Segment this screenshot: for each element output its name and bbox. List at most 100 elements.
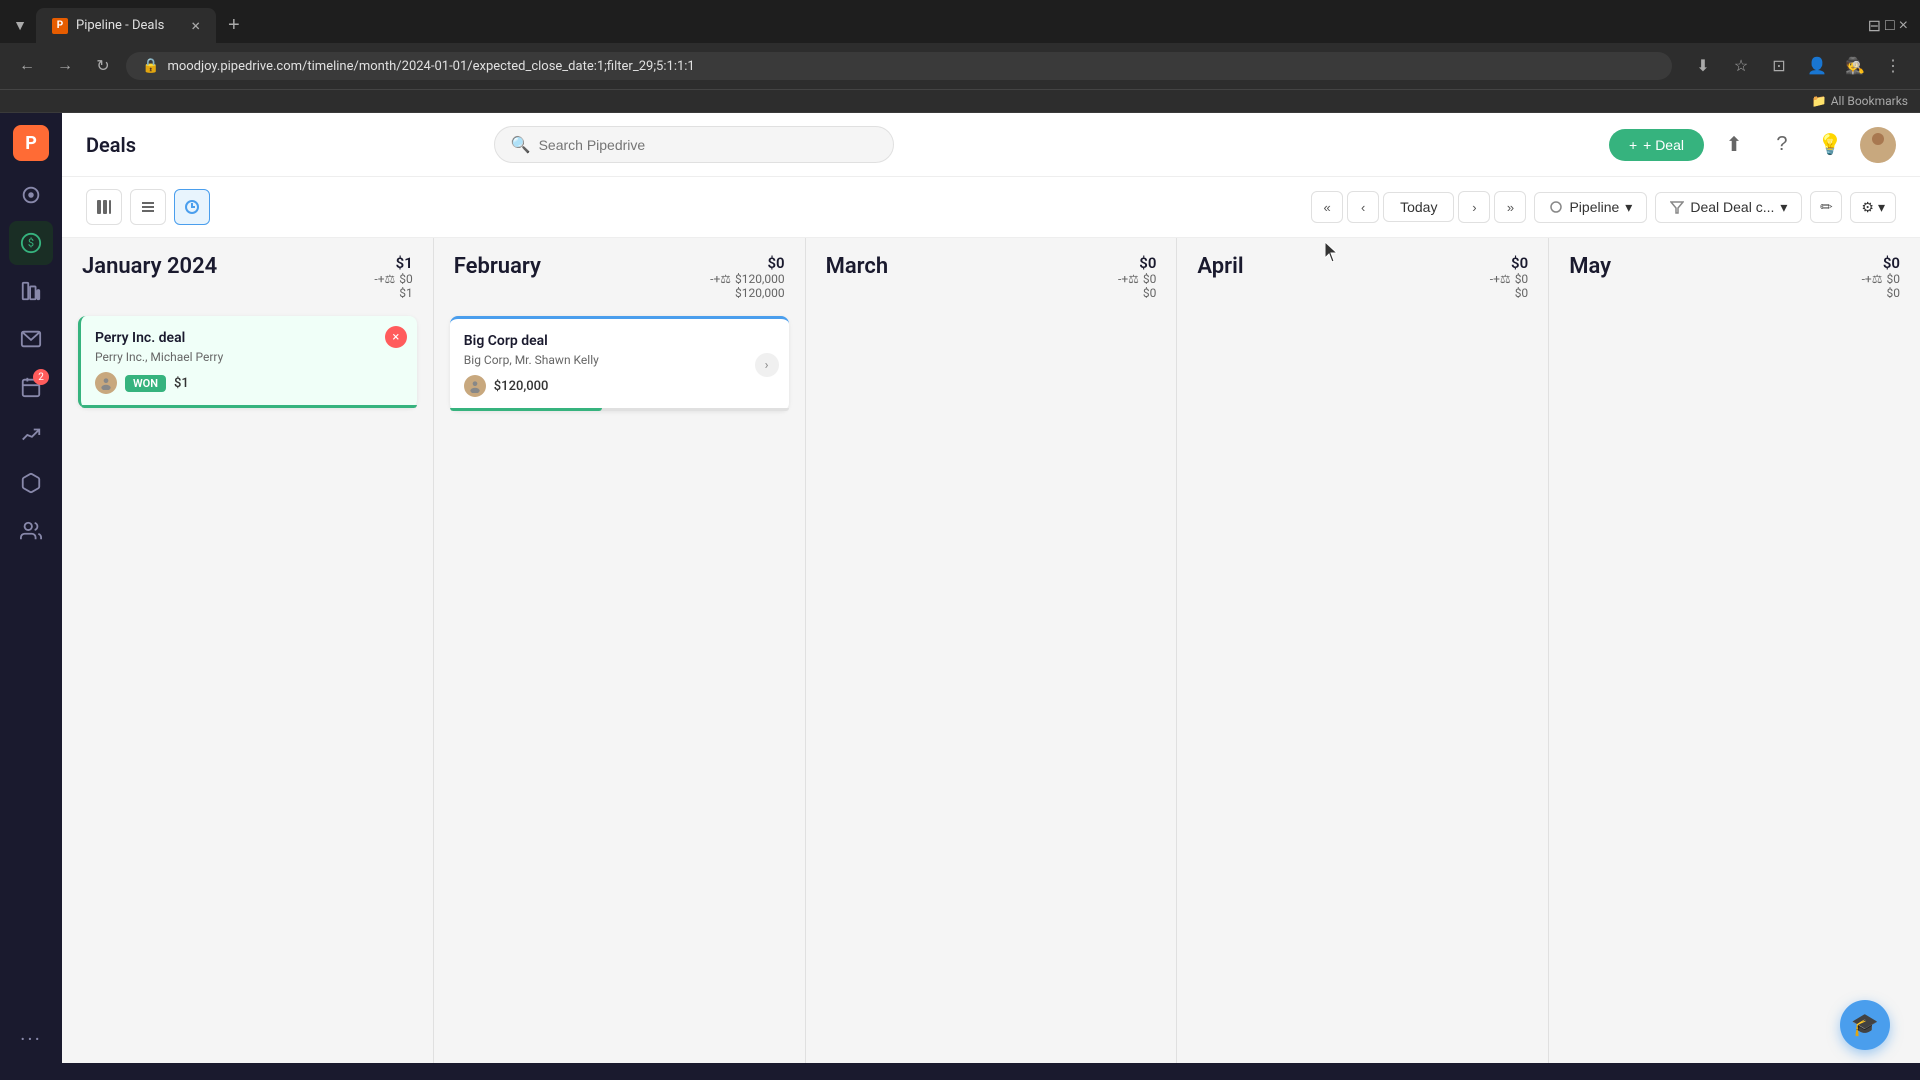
- march-stat: $0: [1118, 286, 1156, 300]
- download-icon[interactable]: ⬇: [1688, 51, 1718, 81]
- may-cards: [1549, 308, 1920, 324]
- won-badge-perry: WON: [125, 375, 166, 392]
- deal-filter-button[interactable]: Deal Deal c... ▾: [1655, 192, 1802, 223]
- timeline-grid: January 2024 $1 -+⚖$0 $1 ×: [62, 238, 1920, 1063]
- screenshot-icon[interactable]: ⊡: [1764, 51, 1794, 81]
- sidebar: P $ 2 ···: [0, 113, 62, 1063]
- help-fab-button[interactable]: 🎓: [1840, 1000, 1890, 1050]
- nav-first-button[interactable]: «: [1311, 191, 1343, 223]
- deal-subtitle-perry: Perry Inc., Michael Perry: [95, 350, 403, 364]
- deal-cancel-perry[interactable]: ×: [385, 326, 407, 348]
- tab-title: Pipeline - Deals: [76, 18, 164, 33]
- lightbulb-button[interactable]: 💡: [1812, 127, 1848, 163]
- deal-card-bigcorp[interactable]: › Big Corp deal Big Corp, Mr. Shawn Kell…: [450, 316, 789, 411]
- january-cards: × Perry Inc. deal Perry Inc., Michael Pe…: [62, 308, 433, 416]
- april-stat: $0: [1490, 286, 1528, 300]
- deal-value-perry: $1: [174, 376, 189, 391]
- url-text: moodjoy.pipedrive.com/timeline/month/202…: [167, 59, 694, 74]
- search-input[interactable]: [539, 137, 877, 153]
- tab-close-button[interactable]: ×: [191, 16, 200, 35]
- tab-nav-left[interactable]: ⊟: [1868, 16, 1881, 36]
- menu-icon[interactable]: ⋮: [1878, 51, 1908, 81]
- deal-action-bigcorp[interactable]: ›: [755, 353, 779, 377]
- new-tab-button[interactable]: +: [220, 10, 248, 41]
- active-tab[interactable]: P Pipeline - Deals ×: [36, 8, 216, 43]
- add-deal-label: + Deal: [1643, 137, 1684, 153]
- search-container: 🔍: [494, 126, 894, 163]
- deal-subtitle-bigcorp: Big Corp, Mr. Shawn Kelly: [464, 353, 775, 367]
- timeline-container: January 2024 $1 -+⚖$0 $1 ×: [62, 238, 1920, 1063]
- settings-chevron-icon: ▾: [1878, 199, 1885, 216]
- profile-icon[interactable]: 👤: [1802, 51, 1832, 81]
- february-balance-row: -+⚖$120,000: [710, 272, 784, 286]
- nav-last-button[interactable]: »: [1494, 191, 1526, 223]
- month-name-may: May: [1569, 254, 1611, 279]
- april-cards: [1177, 308, 1548, 324]
- list-view-button[interactable]: [130, 189, 166, 225]
- sidebar-item-activity[interactable]: [9, 173, 53, 217]
- address-bar[interactable]: 🔒 moodjoy.pipedrive.com/timeline/month/2…: [126, 52, 1672, 80]
- reload-button[interactable]: ↻: [88, 51, 118, 81]
- may-stat: $0: [1862, 286, 1900, 300]
- tab-dropdown-arrow[interactable]: ▼: [8, 14, 32, 38]
- deal-title-perry: Perry Inc. deal: [95, 330, 403, 346]
- deal-footer-bigcorp: $120,000: [464, 375, 775, 397]
- forward-button[interactable]: →: [50, 51, 80, 81]
- january-amount: $1: [374, 254, 412, 272]
- timeline-nav: « ‹ Today › »: [1311, 191, 1526, 223]
- sidebar-item-pipeline[interactable]: [9, 269, 53, 313]
- january-balance-row: -+⚖$0: [374, 272, 412, 286]
- deal-footer-perry: WON $1: [95, 372, 403, 394]
- toolbar: « ‹ Today › » Pipeline ▾ Deal Deal c... …: [62, 177, 1920, 238]
- pipeline-chevron-icon: ▾: [1625, 199, 1632, 216]
- march-amount: $0: [1118, 254, 1156, 272]
- bookmark-star-icon[interactable]: ☆: [1726, 51, 1756, 81]
- march-cards: [806, 308, 1177, 324]
- svg-text:$: $: [28, 237, 34, 250]
- page-title: Deals: [86, 133, 136, 157]
- february-cards: › Big Corp deal Big Corp, Mr. Shawn Kell…: [434, 308, 805, 419]
- deal-avatar-bigcorp: [464, 375, 486, 397]
- sidebar-item-deals[interactable]: $: [9, 221, 53, 265]
- deal-progress-bar-bigcorp: [450, 408, 602, 411]
- kanban-view-button[interactable]: [86, 189, 122, 225]
- add-deal-button[interactable]: + + Deal: [1609, 129, 1704, 161]
- settings-button[interactable]: ⚙ ▾: [1850, 192, 1896, 223]
- deal-value-bigcorp: $120,000: [494, 379, 549, 394]
- deal-card-perry[interactable]: × Perry Inc. deal Perry Inc., Michael Pe…: [78, 316, 417, 408]
- sidebar-item-calendar[interactable]: 2: [9, 365, 53, 409]
- calendar-badge: 2: [33, 369, 49, 385]
- nav-prev-button[interactable]: ‹: [1347, 191, 1379, 223]
- deal-filter-chevron-icon: ▾: [1780, 199, 1787, 216]
- bookmarks-label[interactable]: All Bookmarks: [1831, 94, 1908, 108]
- tab-nav-right[interactable]: □: [1885, 16, 1895, 36]
- today-button[interactable]: Today: [1383, 192, 1454, 222]
- sidebar-more-icon[interactable]: ···: [20, 1027, 42, 1051]
- tab-nav-close[interactable]: ×: [1899, 16, 1908, 36]
- help-button[interactable]: ?: [1764, 127, 1800, 163]
- timeline-view-button[interactable]: [174, 189, 210, 225]
- sidebar-item-mail[interactable]: [9, 317, 53, 361]
- april-amount: $0: [1490, 254, 1528, 272]
- january-stat: $1: [374, 286, 412, 300]
- back-button[interactable]: ←: [12, 51, 42, 81]
- month-name-january: January 2024: [82, 254, 217, 279]
- sidebar-item-reports[interactable]: [9, 413, 53, 457]
- app-logo[interactable]: P: [13, 125, 49, 161]
- deal-title-bigcorp: Big Corp deal: [464, 333, 775, 349]
- app-header: Deals 🔍 + + Deal ⬆ ? 💡: [62, 113, 1920, 177]
- deal-filter-label: Deal Deal c...: [1690, 199, 1774, 215]
- nav-next-button[interactable]: ›: [1458, 191, 1490, 223]
- user-avatar[interactable]: [1860, 127, 1896, 163]
- april-balance-row: -+⚖$0: [1490, 272, 1528, 286]
- month-name-april: April: [1197, 254, 1243, 279]
- sidebar-item-products[interactable]: [9, 461, 53, 505]
- bookmarks-folder-icon: 📁: [1812, 94, 1827, 108]
- edit-button[interactable]: ✏: [1810, 191, 1842, 223]
- incognito-icon[interactable]: 🕵: [1840, 51, 1870, 81]
- may-amount: $0: [1862, 254, 1900, 272]
- deal-progress-bar-perry: [81, 405, 417, 408]
- sidebar-item-contacts[interactable]: [9, 509, 53, 553]
- pipeline-filter-button[interactable]: Pipeline ▾: [1534, 192, 1647, 223]
- upload-button[interactable]: ⬆: [1716, 127, 1752, 163]
